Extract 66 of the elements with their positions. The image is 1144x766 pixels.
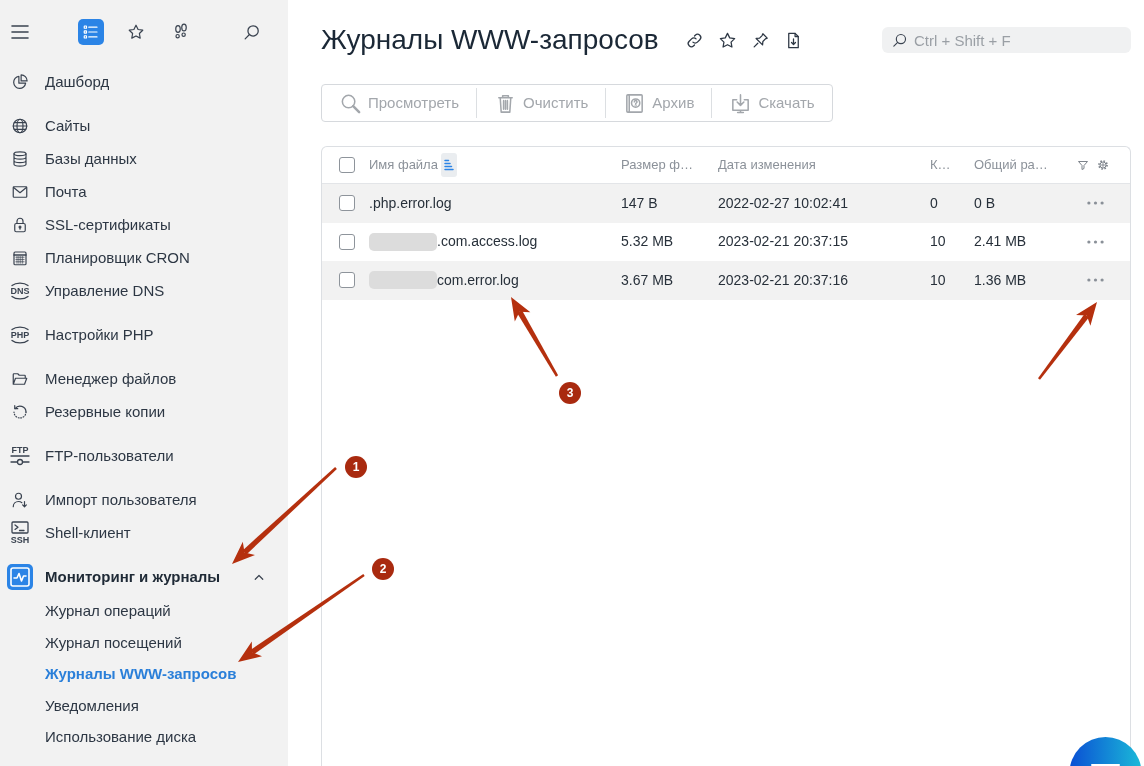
- checkbox[interactable]: [339, 157, 355, 173]
- envelope-icon: [11, 183, 29, 201]
- nav-subitem[interactable]: Использование диска: [45, 726, 197, 749]
- folder-icon: [11, 370, 29, 388]
- more-icon[interactable]: [1087, 201, 1104, 206]
- checkbox[interactable]: [339, 272, 355, 289]
- nav-item[interactable]: Сайты: [7, 114, 91, 138]
- nav-item[interactable]: FTP FTP-пользователи: [7, 444, 174, 468]
- star-icon[interactable]: [717, 30, 737, 50]
- globe-icon: [11, 117, 29, 135]
- file-name: .com.access.log: [437, 232, 538, 252]
- nav-subitem[interactable]: Журнал посещений: [45, 631, 182, 654]
- nav-item[interactable]: Импорт пользователя: [7, 488, 197, 512]
- activity-icon: [7, 564, 33, 590]
- search-icon: [891, 31, 908, 49]
- chevron-up-icon[interactable]: [254, 574, 264, 580]
- nav-subitem[interactable]: Журналы WWW-запросов: [45, 663, 237, 686]
- file-size: 3.67 MB: [621, 270, 675, 290]
- nav-item[interactable]: SSH Shell-клиент: [7, 521, 131, 545]
- modified-date: 2023-02-21 20:37:16: [718, 270, 849, 290]
- footprints-icon: [172, 23, 190, 41]
- total-size: 2.41 MB: [974, 232, 1028, 252]
- page-title: Журналы WWW-запросов: [321, 26, 659, 54]
- nav-item[interactable]: Менеджер файлов: [7, 367, 177, 391]
- link-icon[interactable]: [684, 30, 704, 50]
- search-field[interactable]: Ctrl + Shift + F: [882, 27, 1131, 53]
- nav-item[interactable]: PHP Настройки PHP: [7, 323, 154, 347]
- rotate-icon: [11, 403, 29, 421]
- count-value: 0: [930, 193, 939, 213]
- calendar-icon: [11, 249, 29, 267]
- checkbox[interactable]: [339, 195, 355, 212]
- pie-chart-icon: [11, 73, 29, 91]
- nav-item[interactable]: Дашборд: [7, 70, 110, 94]
- nav-item[interactable]: Мониторинг и журналы: [7, 564, 221, 590]
- lock-icon: [11, 216, 29, 234]
- nav-subitem[interactable]: Журнал операций: [45, 600, 171, 623]
- nav-item[interactable]: Резервные копии: [7, 400, 166, 424]
- star-icon: [127, 23, 145, 41]
- file-size: 147 B: [621, 193, 659, 213]
- checkbox[interactable]: [339, 233, 355, 250]
- database-icon: [11, 150, 29, 168]
- settings-icon[interactable]: [1097, 159, 1109, 171]
- count-value: 10: [930, 232, 947, 252]
- modified-date: 2023-02-21 20:37:15: [718, 232, 849, 252]
- more-icon[interactable]: [1087, 278, 1104, 283]
- nav-item[interactable]: Базы данных: [7, 147, 137, 171]
- menu-icon[interactable]: [11, 25, 29, 39]
- file-size: 5.32 MB: [621, 232, 675, 252]
- chat-button[interactable]: [1069, 737, 1144, 766]
- file-name: .php.error.log: [369, 193, 452, 213]
- more-icon[interactable]: [1087, 239, 1104, 244]
- search-icon[interactable]: [242, 22, 261, 42]
- nav-item[interactable]: Планировщик CRON: [7, 246, 190, 270]
- nav-item[interactable]: Почта: [7, 180, 87, 204]
- nav-subitem[interactable]: Уведомления: [45, 694, 139, 717]
- sort-icon[interactable]: [440, 153, 457, 177]
- user-import-icon: [11, 491, 29, 509]
- list-icon: [82, 23, 100, 41]
- modified-date: 2022-02-27 10:02:41: [718, 193, 849, 213]
- nav-item[interactable]: SSL-сертификаты: [7, 213, 171, 237]
- filter-icon[interactable]: [1077, 159, 1089, 171]
- total-size: 0 B: [974, 193, 996, 213]
- nav-item[interactable]: DNS Управление DNS: [7, 279, 165, 303]
- count-value: 10: [930, 270, 947, 290]
- total-size: 1.36 MB: [974, 270, 1028, 290]
- file-name: com.error.log: [437, 270, 519, 290]
